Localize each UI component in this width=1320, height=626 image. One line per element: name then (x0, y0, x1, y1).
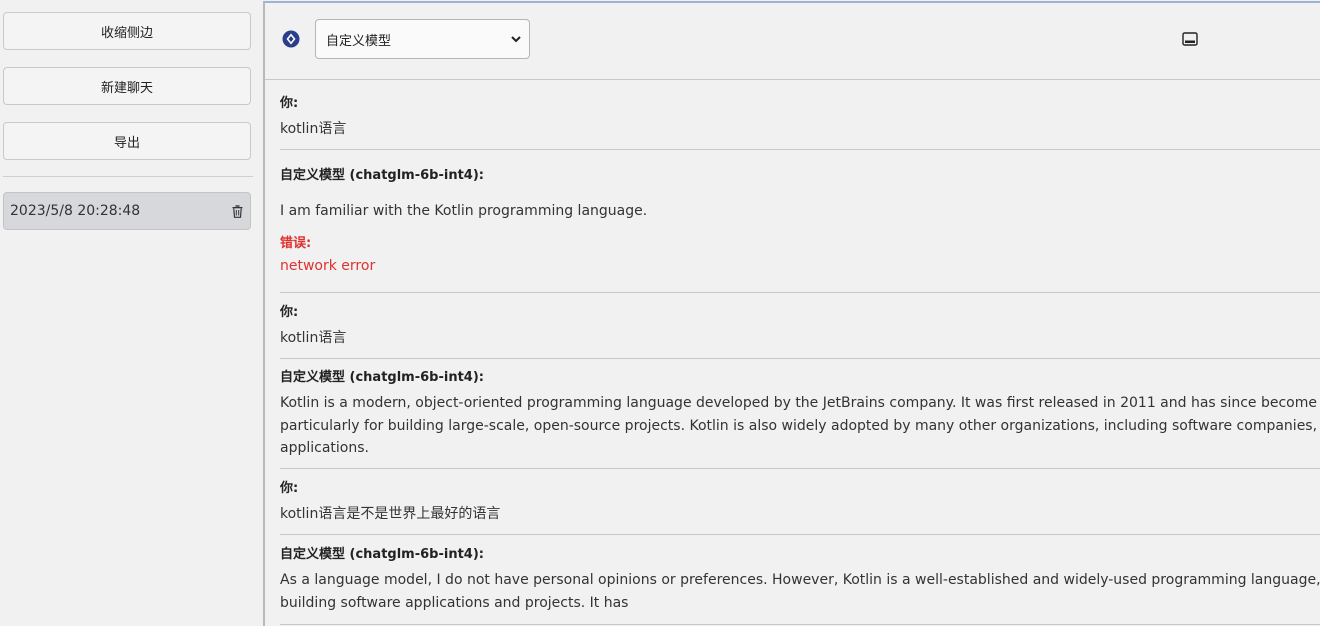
chat-history-item-label: 2023/5/8 20:28:48 (10, 203, 141, 219)
message-speaker: 自定义模型 (chatglm-6b-int4): (280, 168, 484, 183)
sidebar: 收缩侧边 新建聊天 导出 2023/5/8 20:28:48 (0, 0, 259, 626)
message-speaker: 自定义模型 (chatglm-6b-int4): (280, 370, 484, 385)
trash-icon[interactable] (230, 203, 244, 219)
message-speaker: 你: (280, 305, 299, 320)
message-user: 你: kotlin语言是不是世界上最好的语言 (280, 469, 1320, 535)
message-text: kotlin语言 (280, 330, 347, 346)
message-text: kotlin语言是不是世界上最好的语言 (280, 506, 501, 522)
sidebar-divider (3, 176, 253, 177)
message-text: I am familiar with the Kotlin programmin… (280, 203, 648, 219)
message-text-line: applications. (280, 440, 369, 456)
new-chat-button[interactable]: 新建聊天 (3, 67, 251, 105)
message-user: 你: kotlin语言 (280, 293, 1320, 359)
chat-history-item[interactable]: 2023/5/8 20:28:48 (3, 192, 251, 230)
message-text-line: building software applications and proje… (280, 594, 629, 611)
app-window: 收缩侧边 新建聊天 导出 2023/5/8 20:28:48 自定义模型 你: … (0, 0, 1320, 626)
message-speaker: 自定义模型 (chatglm-6b-int4): (280, 547, 484, 562)
chevron-down-icon (509, 32, 523, 46)
export-button[interactable]: 导出 (3, 122, 251, 160)
message-assistant: 自定义模型 (chatglm-6b-int4): Kotlin is a mod… (280, 359, 1320, 469)
message-list: 你: kotlin语言 自定义模型 (chatglm-6b-int4): I a… (280, 80, 1320, 625)
diamond-logo-icon (282, 30, 300, 48)
message-text-line: Kotlin is a modern, object-oriented prog… (280, 395, 1320, 411)
collapse-sidebar-label: 收缩侧边 (100, 25, 153, 41)
message-assistant: 自定义模型 (chatglm-6b-int4): I am familiar w… (280, 150, 1320, 293)
message-speaker: 你: (280, 481, 299, 496)
message-user: 你: kotlin语言 (280, 80, 1320, 150)
new-chat-label: 新建聊天 (100, 80, 153, 96)
message-speaker: 你: (280, 96, 299, 111)
error-label: 错误: (280, 236, 312, 251)
message-assistant: 自定义模型 (chatglm-6b-int4): As a language m… (280, 535, 1320, 625)
message-text: kotlin语言 (280, 121, 347, 137)
chat-toolbar: 自定义模型 (265, 3, 1320, 80)
export-label: 导出 (113, 135, 140, 151)
collapse-sidebar-button[interactable]: 收缩侧边 (3, 12, 251, 50)
chat-panel: 自定义模型 你: kotlin语言 自定义模型 (chatglm-6b-int4… (263, 1, 1320, 626)
message-text-line: particularly for building large-scale, o… (280, 417, 1320, 434)
error-text: network error (280, 258, 376, 274)
model-select[interactable]: 自定义模型 (315, 19, 530, 59)
panel-toggle-icon[interactable] (1182, 31, 1198, 47)
model-select-value: 自定义模型 (326, 33, 392, 49)
message-text-line: As a language model, I do not have perso… (280, 572, 1320, 588)
